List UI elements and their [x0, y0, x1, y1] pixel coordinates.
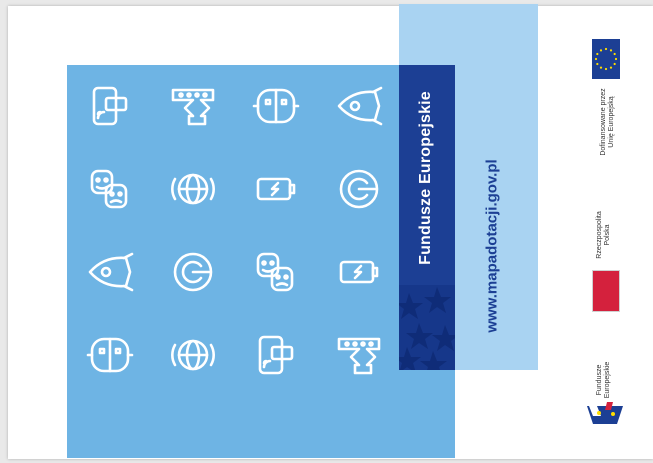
polish-flag-icon	[592, 270, 620, 312]
eu-star	[604, 67, 608, 71]
rocket-icon	[329, 76, 389, 136]
phone-card-icon	[246, 325, 306, 385]
phone-card-icon	[80, 76, 140, 136]
battery-icon	[329, 242, 389, 302]
eu-star	[594, 57, 598, 61]
eu-flag-icon	[592, 39, 620, 79]
eu-star	[596, 52, 599, 56]
robot-face-icon	[246, 76, 306, 136]
fe-label-line2: Europejskie	[604, 361, 611, 399]
pl-label-line1: Rzeczpospolita	[596, 211, 603, 259]
fundusze-logo-icon	[587, 402, 623, 424]
eu-star	[609, 66, 613, 69]
globe-icon	[163, 325, 223, 385]
pl-label-line2: Polska	[604, 224, 611, 246]
eu-star	[613, 62, 616, 66]
eu-star	[614, 57, 618, 61]
eu-star	[596, 62, 599, 66]
icon-grid	[72, 68, 402, 398]
eu-star	[599, 49, 603, 52]
faces-icon	[246, 242, 306, 302]
conveyor-icon	[163, 76, 223, 136]
fe-label-line1: Fundusze	[596, 364, 603, 396]
conveyor-icon	[329, 325, 389, 385]
target-c-icon	[329, 159, 389, 219]
eu-star	[599, 66, 603, 69]
target-c-icon	[163, 242, 223, 302]
eu-star	[613, 52, 616, 56]
eu-label-line1: Dofinansowane przez	[600, 88, 607, 156]
globe-icon	[163, 159, 223, 219]
stars-decoration	[399, 285, 455, 370]
robot-face-icon	[80, 325, 140, 385]
battery-icon	[246, 159, 306, 219]
faces-icon	[80, 159, 140, 219]
eu-star	[604, 47, 608, 51]
eu-star	[609, 49, 613, 52]
rocket-icon	[80, 242, 140, 302]
eu-label-line2: Unię Europejską	[608, 96, 615, 148]
